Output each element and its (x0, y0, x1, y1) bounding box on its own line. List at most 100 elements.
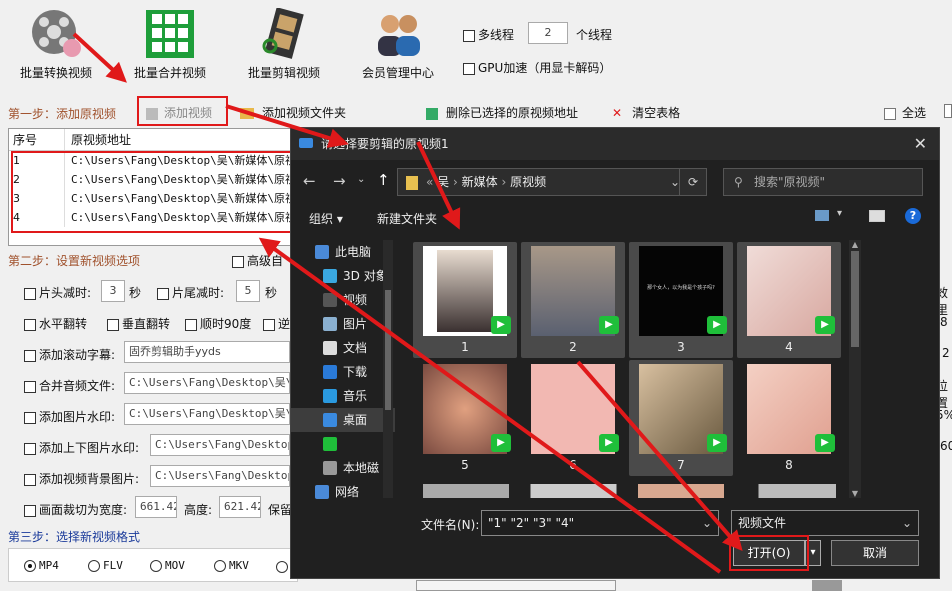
crop-height-input[interactable]: 621.42 (219, 496, 261, 518)
subtitle-option[interactable]: 添加滚动字幕: (24, 346, 115, 363)
image-watermark-checkbox[interactable] (24, 411, 36, 424)
reverse-checkbox[interactable] (263, 318, 275, 331)
rotate90-option[interactable]: 顺时90度 (185, 315, 251, 332)
thread-count-input[interactable]: 2 (528, 22, 568, 44)
batch-merge-button[interactable]: 批量合并视频 (120, 8, 220, 81)
nav-videos[interactable]: 视频 (291, 288, 395, 312)
address-bar[interactable]: « 吴 › 新媒体 › 原视频 ⌄ (397, 168, 687, 196)
tb-watermark-input[interactable]: C:\Users\Fang\Desktop\吴 (150, 434, 290, 456)
breadcrumb-1[interactable]: 吴 (437, 175, 449, 189)
subtitle-checkbox[interactable] (24, 349, 36, 362)
cancel-button[interactable]: 取消 (831, 540, 919, 566)
scroll-up-icon[interactable]: ▲ (849, 240, 861, 249)
nav-3d-objects[interactable]: 3D 对象 (291, 264, 395, 288)
nav-app[interactable] (291, 432, 395, 456)
mov-radio[interactable] (150, 560, 162, 572)
nav-pictures[interactable]: 图片 (291, 312, 395, 336)
nav-pane[interactable]: 此电脑 3D 对象 视频 图片 文档 下载 音乐 桌面 本地磁 网络 (291, 240, 395, 499)
up-icon[interactable]: ↑ (377, 171, 390, 189)
nav-scrollbar-thumb[interactable] (385, 290, 391, 410)
multithread-checkbox[interactable] (463, 29, 475, 42)
file-thumb-8[interactable]: ▶ 8 (737, 360, 841, 476)
tb-watermark-checkbox[interactable] (24, 442, 36, 455)
grid-scrollbar[interactable]: ▲ ▼ (849, 240, 861, 498)
hflip-checkbox[interactable] (24, 318, 36, 331)
nav-local-disk[interactable]: 本地磁 (291, 456, 395, 480)
search-input[interactable]: ⚲ 搜索"原视频" (723, 168, 923, 196)
tail-cut-input[interactable]: 5 (236, 280, 260, 302)
advanced-checkbox[interactable] (232, 255, 244, 268)
multithread-option[interactable]: 多线程 (463, 26, 514, 43)
rotate90-checkbox[interactable] (185, 318, 197, 331)
help-icon[interactable]: ? (905, 208, 921, 224)
view-options-icon[interactable] (815, 210, 829, 221)
gpu-checkbox[interactable] (463, 62, 475, 75)
bg-image-input[interactable]: C:\Users\Fang\Desktop\吴 (150, 465, 290, 487)
bg-image-option[interactable]: 添加视频背景图片: (24, 470, 139, 487)
flv-radio[interactable] (88, 560, 100, 572)
preview-pane-icon[interactable] (869, 210, 885, 222)
file-thumb-6[interactable]: ▶ 6 (521, 360, 625, 476)
file-thumb-7[interactable]: ▶ 7 (629, 360, 733, 476)
scroll-down-icon[interactable]: ▼ (849, 489, 861, 498)
batch-convert-button[interactable]: 批量转换视频 (6, 8, 106, 81)
breadcrumb-3[interactable]: 原视频 (510, 175, 546, 189)
bg-image-checkbox[interactable] (24, 473, 36, 486)
format-mov[interactable]: MOV (150, 559, 185, 572)
view-dropdown-icon[interactable]: ▾ (837, 208, 842, 219)
format-flv[interactable]: FLV (88, 559, 123, 572)
mp4-radio[interactable] (24, 560, 36, 572)
file-open-dialog[interactable]: 请选择要剪辑的原视频1 ✕ ← → ⌄ ↑ « 吴 › 新媒体 › 原视频 ⌄ … (290, 127, 940, 579)
mkv-radio[interactable] (214, 560, 226, 572)
member-center-button[interactable]: 会员管理中心 (348, 8, 448, 81)
nav-documents[interactable]: 文档 (291, 336, 395, 360)
clear-table-button[interactable]: ✕ 清空表格 (612, 104, 680, 121)
organize-menu[interactable]: 组织 ▾ (309, 210, 343, 227)
tail-cut-checkbox[interactable] (157, 287, 169, 300)
vflip-checkbox[interactable] (107, 318, 119, 331)
refresh-button[interactable]: ⟳ (679, 168, 707, 196)
file-thumb-1[interactable]: ▶ 1 (413, 242, 517, 358)
nav-music[interactable]: 音乐 (291, 384, 395, 408)
format-more[interactable] (276, 559, 291, 573)
file-thumb-5[interactable]: ▶ 5 (413, 360, 517, 476)
close-icon[interactable]: ✕ (914, 128, 927, 160)
vflip-option[interactable]: 垂直翻转 (107, 315, 170, 332)
add-folder-button[interactable]: 添加视频文件夹 (240, 104, 346, 121)
nav-downloads[interactable]: 下载 (291, 360, 395, 384)
file-grid[interactable]: ▶ 1 ▶ 2 那个女人，以为我是个孩子吗? ▶ 3 ▶ 4 ▶ 5 ▶ 6 ▶ 7 ▶ 8 (409, 240, 847, 498)
back-icon[interactable]: ← (303, 172, 316, 190)
advanced-option[interactable]: 高级自 (232, 252, 283, 269)
file-thumb-3[interactable]: 那个女人，以为我是个孩子吗? ▶ 3 (629, 242, 733, 358)
nav-network[interactable]: 网络 (291, 480, 395, 504)
filetype-dropdown-icon[interactable]: ⌄ (902, 511, 912, 535)
forward-icon[interactable]: → (333, 172, 346, 190)
head-cut-input[interactable]: 3 (101, 280, 125, 302)
tb-watermark-option[interactable]: 添加上下图片水印: (24, 439, 139, 456)
recent-dropdown-icon[interactable]: ⌄ (357, 174, 365, 185)
tail-cut-option[interactable]: 片尾减时: (157, 284, 224, 301)
subtitle-input[interactable]: 固乔剪辑助手yyds (124, 341, 290, 363)
hflip-option[interactable]: 水平翻转 (24, 315, 87, 332)
breadcrumb-2[interactable]: 新媒体 (462, 175, 498, 189)
file-thumb-4[interactable]: ▶ 4 (737, 242, 841, 358)
filetype-select[interactable]: 视频文件 ⌄ (731, 510, 919, 536)
new-folder-button[interactable]: 新建文件夹 (377, 210, 437, 227)
batch-edit-button[interactable]: 批量剪辑视频 (234, 8, 334, 81)
image-watermark-input[interactable]: C:\Users\Fang\Desktop\吴\各 (124, 403, 290, 425)
crop-checkbox[interactable] (24, 504, 36, 517)
merge-audio-option[interactable]: 合并音频文件: (24, 377, 115, 394)
nav-desktop[interactable]: 桌面 (291, 408, 395, 432)
head-cut-checkbox[interactable] (24, 287, 36, 300)
select-all-button[interactable]: 全选 (884, 104, 926, 121)
delete-selected-button[interactable]: 删除已选择的原视频地址 (426, 104, 578, 121)
crop-width-input[interactable]: 661.42 (135, 496, 177, 518)
format-mp4[interactable]: MP4 (24, 559, 59, 572)
dialog-titlebar[interactable]: 请选择要剪辑的原视频1 ✕ (291, 128, 939, 160)
grid-scrollbar-thumb[interactable] (851, 251, 859, 347)
gpu-option[interactable]: GPU加速（用显卡解码） (463, 59, 611, 76)
file-thumb-2[interactable]: ▶ 2 (521, 242, 625, 358)
merge-audio-checkbox[interactable] (24, 380, 36, 393)
head-cut-option[interactable]: 片头减时: (24, 284, 91, 301)
image-watermark-option[interactable]: 添加图片水印: (24, 408, 115, 425)
